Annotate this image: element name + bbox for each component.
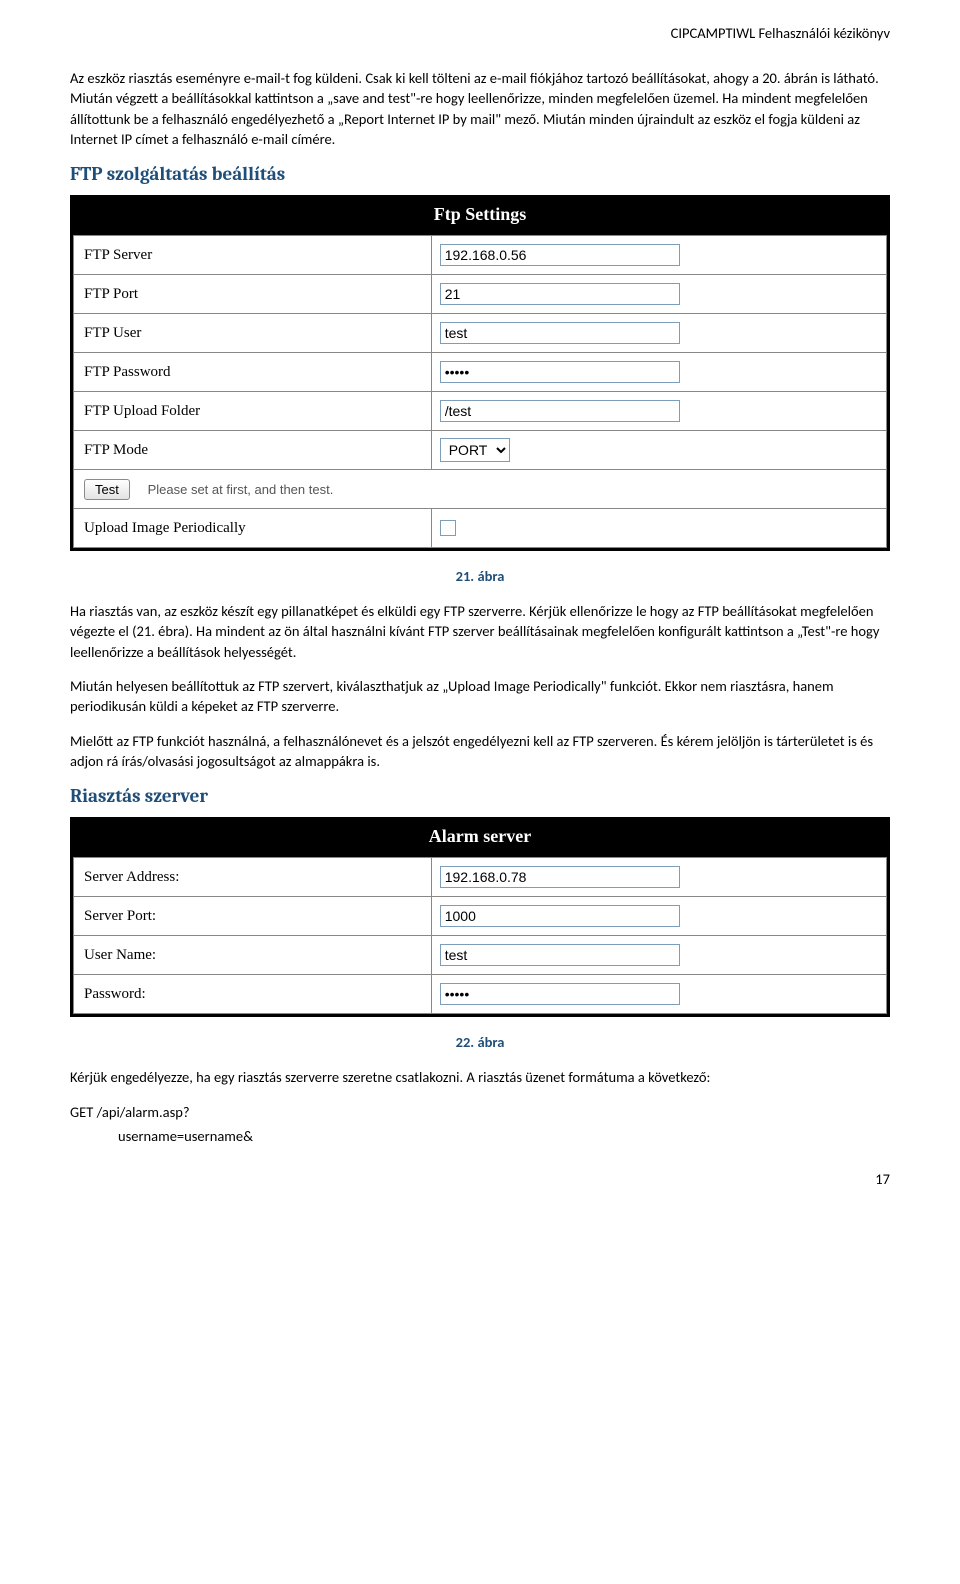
ftp-password-cell [431,353,886,392]
user-name-label: User Name: [74,936,432,975]
ftp-user-label: FTP User [74,314,432,353]
ftp-password-input[interactable] [440,361,680,383]
ftp-upload-folder-input[interactable] [440,400,680,422]
ftp-server-cell [431,236,886,275]
server-port-cell [431,897,886,936]
table-row: Password: [74,975,887,1014]
user-name-cell [431,936,886,975]
ftp-mode-label: FTP Mode [74,431,432,470]
figure-caption-22: 22. ábra [70,1033,890,1051]
page-header: CIPCAMPTIWL Felhasználói kézikönyv [70,24,890,42]
alarm-server-panel: Alarm server Server Address: Server Port… [70,817,890,1017]
alarm-server-table: Server Address: Server Port: User Name: … [73,857,887,1014]
upload-periodically-checkbox[interactable] [440,520,456,536]
server-port-input[interactable] [440,905,680,927]
server-address-label: Server Address: [74,858,432,897]
ftp-server-input[interactable] [440,244,680,266]
table-row: Upload Image Periodically [74,509,887,548]
password-label: Password: [74,975,432,1014]
ftp-upload-folder-label: FTP Upload Folder [74,392,432,431]
section-heading-alarm: Riasztás szerver [70,785,890,807]
code-line-2: username=username& [70,1126,890,1146]
figure-caption-21: 21. ábra [70,567,890,585]
user-name-input[interactable] [440,944,680,966]
test-button[interactable]: Test [84,479,130,500]
paragraph-3: Miután helyesen beállítottuk az FTP szer… [70,676,890,717]
paragraph-4: Mielőtt az FTP funkciót használná, a fel… [70,731,890,772]
code-line-1: GET /api/alarm.asp? [70,1102,890,1122]
table-row: FTP Mode PORT [74,431,887,470]
paragraph-1: Az eszköz riasztás eseményre e-mail-t fo… [70,68,890,149]
table-row: FTP Port [74,275,887,314]
table-row: Test Please set at first, and then test. [74,470,887,509]
ftp-user-cell [431,314,886,353]
paragraph-5: Kérjük engedélyezze, ha egy riasztás sze… [70,1067,890,1087]
ftp-test-cell: Test Please set at first, and then test. [74,470,887,509]
section-heading-ftp: FTP szolgáltatás beállítás [70,163,890,185]
ftp-server-label: FTP Server [74,236,432,275]
table-row: User Name: [74,936,887,975]
table-row: Server Address: [74,858,887,897]
table-row: FTP Password [74,353,887,392]
password-input[interactable] [440,983,680,1005]
ftp-user-input[interactable] [440,322,680,344]
ftp-port-label: FTP Port [74,275,432,314]
ftp-upload-folder-cell [431,392,886,431]
upload-periodically-label: Upload Image Periodically [74,509,432,548]
ftp-panel-title: Ftp Settings [73,198,887,235]
page-number: 17 [70,1170,890,1188]
table-row: FTP Upload Folder [74,392,887,431]
ftp-mode-select[interactable]: PORT [440,438,510,462]
ftp-port-cell [431,275,886,314]
upload-periodically-cell [431,509,886,548]
server-address-cell [431,858,886,897]
ftp-settings-table: FTP Server FTP Port FTP User FTP Passwor… [73,235,887,548]
ftp-port-input[interactable] [440,283,680,305]
alarm-panel-title: Alarm server [73,820,887,857]
table-row: FTP Server [74,236,887,275]
ftp-settings-panel: Ftp Settings FTP Server FTP Port FTP Use… [70,195,890,551]
server-address-input[interactable] [440,866,680,888]
ftp-password-label: FTP Password [74,353,432,392]
ftp-mode-cell: PORT [431,431,886,470]
paragraph-2: Ha riasztás van, az eszköz készít egy pi… [70,601,890,662]
table-row: FTP User [74,314,887,353]
table-row: Server Port: [74,897,887,936]
password-cell [431,975,886,1014]
test-hint: Please set at first, and then test. [148,482,334,497]
header-text: CIPCAMPTIWL Felhasználói kézikönyv [671,24,890,42]
server-port-label: Server Port: [74,897,432,936]
